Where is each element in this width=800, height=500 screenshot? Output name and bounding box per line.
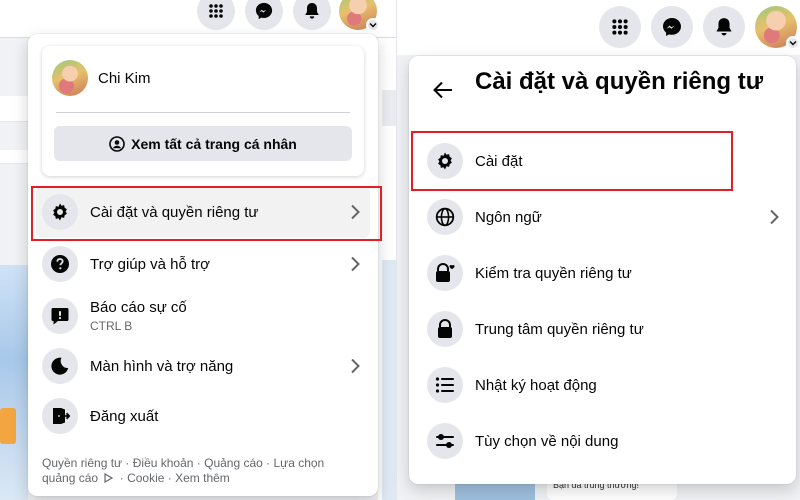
divider (56, 112, 350, 113)
menu-item-label: Trợ giúp và hỗ trợ (90, 255, 210, 273)
settings-privacy-submenu: Cài đặt và quyền riêng tư Cài đặt Ngôn n… (409, 56, 796, 484)
menu-item-report-problem[interactable]: Báo cáo sự cố CTRL B (36, 290, 370, 342)
footer-line-1[interactable]: Quyền riêng tư · Điều khoản · Quảng cáo … (42, 456, 352, 471)
menu-grid-button[interactable] (599, 6, 641, 48)
bell-icon (715, 17, 733, 37)
ad-choices-link[interactable]: quảng cáo (42, 471, 98, 485)
menu-item-activity-log[interactable]: Nhật ký hoạt động (417, 359, 789, 411)
ad-choices-icon (104, 472, 114, 487)
chevron-right-icon (769, 209, 779, 225)
account-avatar-button[interactable] (755, 6, 800, 50)
chevron-right-icon (350, 256, 360, 272)
footer-links: Quyền riêng tư · Điều khoản · Quảng cáo … (42, 456, 352, 487)
profiles-icon (109, 135, 125, 152)
grid-icon (611, 18, 629, 36)
menu-item-privacy-center[interactable]: Trung tâm quyền riêng tư (417, 303, 789, 355)
footer-line-2[interactable]: quảng cáo · Cookie · Xem thêm (42, 471, 352, 487)
logout-icon (42, 398, 78, 434)
bg-right-block (382, 260, 396, 500)
profile-card: Chi Kim Xem tất cả trang cá nhân (42, 46, 364, 176)
menu-item-label: Tùy chọn về nội dung (475, 432, 619, 450)
menu-item-help-support[interactable]: Trợ giúp và hỗ trợ (36, 238, 370, 290)
question-icon (42, 246, 78, 282)
menu-item-language[interactable]: Ngôn ngữ (417, 191, 789, 243)
menu-item-logout[interactable]: Đăng xuất (36, 390, 370, 442)
sliders-icon (427, 423, 463, 459)
messenger-icon (662, 17, 682, 37)
bg-strip (0, 96, 28, 122)
lock-icon (427, 311, 463, 347)
menu-item-content-preferences[interactable]: Tùy chọn về nội dung (417, 415, 789, 467)
highlight-box (31, 186, 382, 241)
globe-icon (427, 199, 463, 235)
bell-icon (304, 2, 320, 20)
bg-right-block (382, 90, 396, 126)
feedback-icon (42, 298, 78, 334)
profile-name: Chi Kim (98, 69, 151, 87)
see-all-profiles-button[interactable]: Xem tất cả trang cá nhân (54, 126, 352, 161)
menu-item-display-accessibility[interactable]: Màn hình và trợ năng (36, 340, 370, 392)
see-all-profiles-label: Xem tất cả trang cá nhân (131, 135, 297, 152)
chevron-down-icon (366, 18, 380, 32)
keyboard-shortcut: CTRL B (90, 319, 133, 333)
menu-item-privacy-checkup[interactable]: Kiểm tra quyền riêng tư (417, 247, 789, 299)
menu-item-label: Đăng xuất (90, 407, 159, 425)
account-avatar-button[interactable] (339, 0, 380, 32)
menu-item-label: Trung tâm quyền riêng tư (475, 320, 644, 338)
arrow-left-icon (433, 81, 453, 104)
account-menu-dropdown: Chi Kim Xem tất cả trang cá nhân Cài đặt… (28, 34, 378, 496)
chevron-down-icon (786, 36, 800, 50)
menu-item-label: Báo cáo sự cố (90, 299, 187, 316)
highlight-box (411, 131, 733, 191)
back-button[interactable] (427, 76, 459, 108)
bg-gift-image (0, 408, 16, 444)
menu-item-label: Màn hình và trợ năng (90, 357, 234, 375)
menu-item-label: Nhật ký hoạt động (475, 376, 597, 394)
menu-item-label: Ngôn ngữ (475, 208, 542, 226)
bg-strip (0, 150, 28, 164)
footer-more-links[interactable]: · Cookie · Xem thêm (120, 471, 230, 485)
profile-link[interactable]: Chi Kim (52, 60, 151, 96)
list-icon (427, 367, 463, 403)
messenger-button[interactable] (651, 6, 693, 48)
grid-icon (208, 3, 224, 19)
chevron-right-icon (350, 358, 360, 374)
menu-item-label: Kiểm tra quyền riêng tư (475, 264, 632, 282)
moon-icon (42, 348, 78, 384)
bg-feed-image (0, 265, 28, 500)
messenger-icon (255, 2, 273, 20)
lock-heart-icon (427, 255, 463, 291)
avatar (52, 60, 88, 96)
submenu-title: Cài đặt và quyền riêng tư (475, 68, 764, 95)
notifications-button[interactable] (703, 6, 745, 48)
